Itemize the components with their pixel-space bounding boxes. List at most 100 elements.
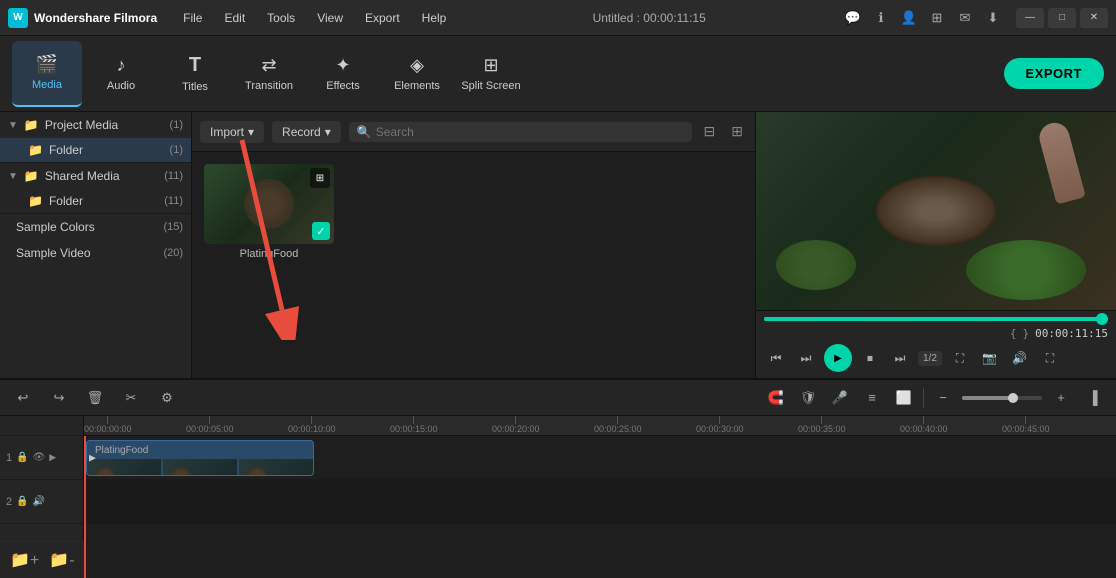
tool-effects[interactable]: ✦ Effects xyxy=(308,41,378,107)
record-arrow-icon: ▾ xyxy=(325,125,331,139)
minimize-button[interactable]: — xyxy=(1016,8,1044,28)
effects-label: Effects xyxy=(326,80,359,92)
redo-button[interactable]: ↪ xyxy=(46,385,72,411)
menu-tools[interactable]: Tools xyxy=(257,7,305,29)
play-track-icon[interactable]: ▶ xyxy=(49,452,56,463)
app-logo: W Wondershare Filmora xyxy=(8,8,157,28)
shared-expand-arrow-icon: ▼ xyxy=(8,171,18,182)
mic-button[interactable]: 🎤 xyxy=(827,385,853,411)
ruler-tick-9: 00:00:45:00 xyxy=(1002,416,1050,434)
menu-export[interactable]: Export xyxy=(355,7,410,29)
progress-bar[interactable] xyxy=(764,317,1108,321)
search-box[interactable]: 🔍 xyxy=(349,122,692,142)
tool-audio[interactable]: ♪ Audio xyxy=(86,41,156,107)
audio-mute-icon[interactable]: 🔊 xyxy=(33,496,45,507)
community-icon[interactable]: 💬 xyxy=(842,7,864,29)
clip-frame-1 xyxy=(87,459,161,475)
shared-media-label: Shared Media xyxy=(45,169,158,183)
folder-label: Folder xyxy=(49,143,164,157)
audio-track-row xyxy=(84,480,1116,524)
tool-split-screen[interactable]: ⊞ Split Screen xyxy=(456,41,526,107)
lock-icon[interactable]: 🔒 xyxy=(16,452,28,463)
search-input[interactable] xyxy=(376,125,684,139)
step-back-button[interactable]: ⏮ xyxy=(764,346,788,370)
frame-fwd-button[interactable]: ⏭ xyxy=(888,346,912,370)
app-name: Wondershare Filmora xyxy=(34,11,157,25)
filter-icon[interactable]: ⊟ xyxy=(700,123,720,140)
sample-colors-item[interactable]: Sample Colors (15) xyxy=(0,214,191,240)
clip-frame-3 xyxy=(239,459,313,475)
tool-media[interactable]: 🎬 Media xyxy=(12,41,82,107)
audio-lock-icon[interactable]: 🔒 xyxy=(16,496,28,507)
split-screen-icon: ⊞ xyxy=(483,55,498,76)
media-item-label: PlatingFood xyxy=(204,248,334,260)
stop-button[interactable]: ⏹ xyxy=(858,346,882,370)
playback-controls: ⏮ ⏭ ▶ ⏹ ⏭ 1/2 ⛶ 📷 🔊 ⛶ xyxy=(764,344,1108,372)
tool-transition[interactable]: ⇄ Transition xyxy=(234,41,304,107)
download-icon[interactable]: ⬇ xyxy=(982,7,1004,29)
volume-button[interactable]: 🔊 xyxy=(1008,346,1032,370)
menu-file[interactable]: File xyxy=(173,7,212,29)
speed-selector[interactable]: 1/2 xyxy=(918,351,942,366)
transition-icon: ⇄ xyxy=(261,55,276,76)
folder-count: (1) xyxy=(170,144,183,156)
zoom-in-button[interactable]: + xyxy=(1048,385,1074,411)
play-button[interactable]: ▶ xyxy=(824,344,852,372)
timeline-right-controls: 🧲 🛡 🎤 ≡ ⬜ − + ▐ xyxy=(763,385,1106,411)
frame-back-button[interactable]: ⏭ xyxy=(794,346,818,370)
media-icon[interactable]: ⊞ xyxy=(926,7,948,29)
zoom-out-button[interactable]: − xyxy=(930,385,956,411)
expand-arrow-icon: ▼ xyxy=(8,120,18,131)
record-label: Record xyxy=(282,125,321,139)
preview-controls: { } 00:00:11:15 ⏮ ⏭ ▶ ⏹ ⏭ 1/2 ⛶ 📷 🔊 ⛶ xyxy=(756,310,1116,378)
video-track-label: 1 🔒 👁 ▶ xyxy=(0,436,83,480)
project-media-header[interactable]: ▼ 📁 Project Media (1) xyxy=(0,112,191,138)
record-button[interactable]: Record ▾ xyxy=(272,121,341,143)
menu-help[interactable]: Help xyxy=(412,7,457,29)
track-number-2-icon: 2 xyxy=(6,496,12,508)
mail-icon[interactable]: ✉ xyxy=(954,7,976,29)
playhead xyxy=(84,436,86,578)
delete-button[interactable]: 🗑 xyxy=(82,385,108,411)
video-clip-platingfood[interactable]: ▶ PlatingFood xyxy=(86,440,314,476)
folder-item[interactable]: 📁 Folder (1) xyxy=(0,138,191,162)
fullscreen-button[interactable]: ⛶ xyxy=(948,346,972,370)
sample-video-item[interactable]: Sample Video (20) xyxy=(0,240,191,266)
tool-elements[interactable]: ◈ Elements xyxy=(382,41,452,107)
timeline-body: 1 🔒 👁 ▶ 2 🔒 🔊 00:00:00:00 xyxy=(0,416,1116,578)
undo-button[interactable]: ↩ xyxy=(10,385,36,411)
export-button[interactable]: EXPORT xyxy=(1004,58,1104,89)
titlebar-icons: 💬 ℹ 👤 ⊞ ✉ ⬇ xyxy=(842,7,1004,29)
info-icon[interactable]: ℹ xyxy=(870,7,892,29)
preview-frame xyxy=(756,112,1116,310)
tool-titles[interactable]: T Titles xyxy=(160,41,230,107)
preview-video xyxy=(756,112,1116,310)
import-button[interactable]: Import ▾ xyxy=(200,121,264,143)
box-button[interactable]: ⬜ xyxy=(891,385,917,411)
expand-button[interactable]: ⛶ xyxy=(1038,346,1062,370)
grid-icon[interactable]: ⊞ xyxy=(727,123,747,140)
shared-media-header[interactable]: ▼ 📁 Shared Media (11) xyxy=(0,163,191,189)
ruler-tick-2: 00:00:10:00 xyxy=(288,416,336,434)
menu-view[interactable]: View xyxy=(307,7,353,29)
cut-button[interactable]: ✂ xyxy=(118,385,144,411)
close-button[interactable]: ✕ xyxy=(1080,8,1108,28)
sidebar-toggle-button[interactable]: ▐ xyxy=(1080,385,1106,411)
media-item-platingfood[interactable]: ⊞ ✓ PlatingFood xyxy=(204,164,334,260)
subtitle-button[interactable]: ≡ xyxy=(859,385,885,411)
timeline-ruler: 00:00:00:00 00:00:05:00 00:00:10:00 00:0… xyxy=(84,416,1116,436)
maximize-button[interactable]: □ xyxy=(1048,8,1076,28)
ruler-tick-8: 00:00:40:00 xyxy=(900,416,948,434)
account-icon[interactable]: 👤 xyxy=(898,7,920,29)
shield-button[interactable]: 🛡 xyxy=(795,385,821,411)
project-media-section: ▼ 📁 Project Media (1) 📁 Folder (1) xyxy=(0,112,191,163)
ruler-tick-1: 00:00:05:00 xyxy=(186,416,234,434)
thumbnail-platingfood: ⊞ ✓ xyxy=(204,164,334,244)
visibility-icon[interactable]: 👁 xyxy=(33,452,46,463)
snapshot-button[interactable]: 📷 xyxy=(978,346,1002,370)
timeline: ↩ ↪ 🗑 ✂ ⚙ 🧲 🛡 🎤 ≡ ⬜ − + ▐ xyxy=(0,378,1116,578)
shared-folder-item[interactable]: 📁 Folder (11) xyxy=(0,189,191,213)
magnet-button[interactable]: 🧲 xyxy=(763,385,789,411)
menu-edit[interactable]: Edit xyxy=(214,7,255,29)
adjust-button[interactable]: ⚙ xyxy=(154,385,180,411)
